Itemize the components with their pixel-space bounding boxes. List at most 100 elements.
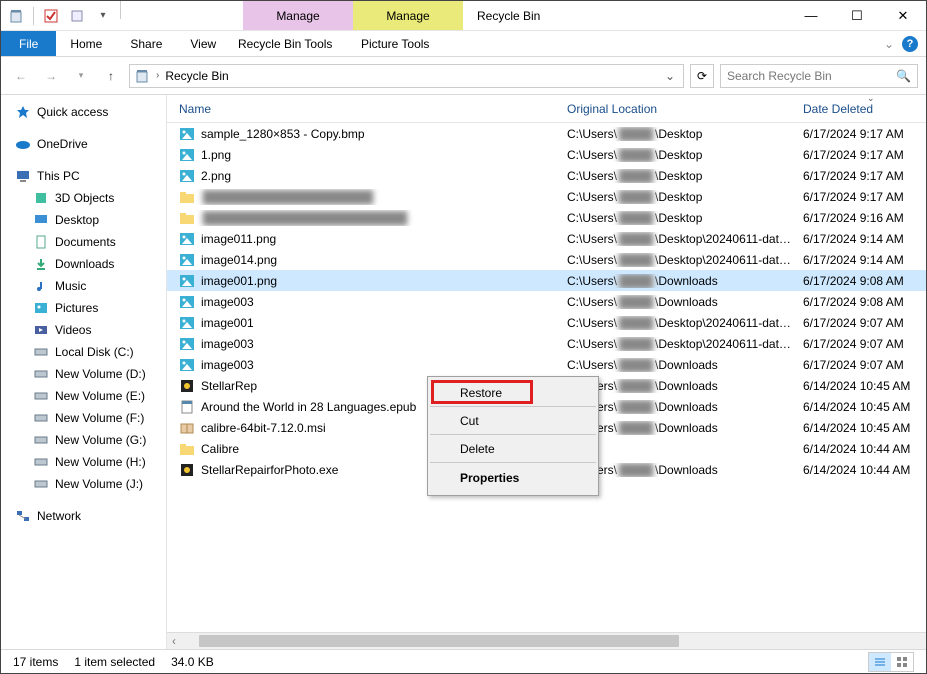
- tree-item-icon: [33, 234, 49, 250]
- file-original-location: C:\Users\████\Desktop: [555, 169, 791, 183]
- file-row[interactable]: image001C:\Users\████\Desktop\20240611-d…: [167, 312, 926, 333]
- tree-onedrive[interactable]: OneDrive: [1, 133, 166, 155]
- tree-item[interactable]: Music: [1, 275, 166, 297]
- img-icon: [179, 273, 195, 289]
- file-original-location: C:\Users\████\Downloads: [555, 274, 791, 288]
- tree-item-icon: [33, 344, 49, 360]
- tree-item[interactable]: Local Disk (C:): [1, 341, 166, 363]
- img-icon: [179, 315, 195, 331]
- sort-indicator-icon: ⌄: [867, 93, 875, 104]
- file-name: Calibre: [201, 442, 239, 456]
- help-icon[interactable]: ?: [902, 36, 918, 52]
- cloud-icon: [15, 136, 31, 152]
- img-icon: [179, 336, 195, 352]
- file-date-deleted: 6/14/2024 10:45 AM: [791, 379, 926, 393]
- nav-recent-dropdown[interactable]: ▾: [69, 64, 93, 88]
- tree-quick-access[interactable]: Quick access: [1, 101, 166, 123]
- search-icon: 🔍: [896, 69, 911, 83]
- file-row[interactable]: 1.pngC:\Users\████\Desktop6/17/2024 9:17…: [167, 144, 926, 165]
- ctx-properties[interactable]: Properties: [430, 465, 596, 491]
- tree-item[interactable]: New Volume (G:): [1, 429, 166, 451]
- file-original-location: C:\Users\████\Desktop: [555, 127, 791, 141]
- file-name: image011.png: [201, 232, 276, 246]
- tree-item-icon: [33, 300, 49, 316]
- maximize-button[interactable]: ☐: [834, 1, 880, 30]
- msi-icon: [179, 420, 195, 436]
- nav-forward-button[interactable]: →: [39, 64, 63, 88]
- tree-item[interactable]: Pictures: [1, 297, 166, 319]
- tree-item-icon: [33, 212, 49, 228]
- ctx-delete[interactable]: Delete: [430, 437, 596, 463]
- context-menu: Restore Cut Delete Properties: [427, 376, 599, 496]
- recycle-bin-titlebar-icon[interactable]: [5, 5, 27, 27]
- file-row[interactable]: image003C:\Users\████\Desktop\20240611-d…: [167, 333, 926, 354]
- share-tab[interactable]: Share: [116, 31, 176, 56]
- file-date-deleted: 6/17/2024 9:14 AM: [791, 253, 926, 267]
- column-headers: Name Original Location Date Deleted⌄: [167, 95, 926, 123]
- column-name[interactable]: Name: [167, 95, 555, 122]
- view-tab[interactable]: View: [176, 31, 230, 56]
- tree-item-icon: [33, 190, 49, 206]
- minimize-button[interactable]: —: [788, 1, 834, 30]
- column-date-deleted[interactable]: Date Deleted⌄: [791, 95, 926, 122]
- file-row[interactable]: ████████████████████C:\Users\████\Deskto…: [167, 186, 926, 207]
- ctx-restore[interactable]: Restore: [430, 381, 596, 407]
- tree-item[interactable]: Downloads: [1, 253, 166, 275]
- ribbon-expand-icon[interactable]: ⌄: [884, 37, 894, 51]
- exe-icon: [179, 462, 195, 478]
- file-name: StellarRep: [201, 379, 257, 393]
- tree-item[interactable]: New Volume (H:): [1, 451, 166, 473]
- tree-item[interactable]: New Volume (F:): [1, 407, 166, 429]
- refresh-button[interactable]: ⟳: [690, 64, 714, 88]
- close-button[interactable]: ✕: [880, 1, 926, 30]
- address-bar[interactable]: › Recycle Bin ⌄: [129, 64, 684, 88]
- tree-item[interactable]: New Volume (D:): [1, 363, 166, 385]
- tree-item[interactable]: Documents: [1, 231, 166, 253]
- img-icon: [179, 168, 195, 184]
- tree-item[interactable]: Videos: [1, 319, 166, 341]
- context-lower-recycle[interactable]: Recycle Bin Tools: [230, 31, 340, 56]
- view-large-icons-button[interactable]: [891, 653, 913, 671]
- qat-customize-dropdown[interactable]: ▾: [92, 5, 114, 27]
- tree-network[interactable]: Network: [1, 505, 166, 527]
- file-date-deleted: 6/17/2024 9:17 AM: [791, 169, 926, 183]
- file-date-deleted: 6/14/2024 10:44 AM: [791, 442, 926, 456]
- search-box[interactable]: Search Recycle Bin 🔍: [720, 64, 918, 88]
- img-icon: [179, 252, 195, 268]
- file-row[interactable]: image014.pngC:\Users\████\Desktop\202406…: [167, 249, 926, 270]
- file-date-deleted: 6/17/2024 9:07 AM: [791, 337, 926, 351]
- home-tab[interactable]: Home: [56, 31, 116, 56]
- file-row[interactable]: image001.pngC:\Users\████\Downloads6/17/…: [167, 270, 926, 291]
- file-row[interactable]: sample_1280×853 - Copy.bmpC:\Users\████\…: [167, 123, 926, 144]
- network-icon: [15, 508, 31, 524]
- view-details-button[interactable]: [869, 653, 891, 671]
- nav-back-button[interactable]: ←: [9, 64, 33, 88]
- file-original-location: C:\Users\████\Desktop\20240611-data-re..…: [555, 337, 791, 351]
- context-tab-picture-manage[interactable]: Manage: [353, 1, 463, 30]
- file-row[interactable]: image003C:\Users\████\Downloads6/17/2024…: [167, 354, 926, 375]
- img-icon: [179, 231, 195, 247]
- tree-item[interactable]: New Volume (E:): [1, 385, 166, 407]
- address-history-dropdown[interactable]: ⌄: [661, 69, 679, 83]
- qat-properties-icon[interactable]: [40, 5, 62, 27]
- file-row[interactable]: image003C:\Users\████\Downloads6/17/2024…: [167, 291, 926, 312]
- ctx-cut[interactable]: Cut: [430, 409, 596, 435]
- tree-item[interactable]: New Volume (J:): [1, 473, 166, 495]
- column-original-location[interactable]: Original Location: [555, 95, 791, 122]
- file-tab[interactable]: File: [1, 31, 56, 56]
- epub-icon: [179, 399, 195, 415]
- file-row[interactable]: image011.pngC:\Users\████\Desktop\202406…: [167, 228, 926, 249]
- nav-up-button[interactable]: ↑: [99, 64, 123, 88]
- tree-item[interactable]: 3D Objects: [1, 187, 166, 209]
- tree-this-pc[interactable]: This PC: [1, 165, 166, 187]
- file-row[interactable]: ████████████████████████C:\Users\████\De…: [167, 207, 926, 228]
- tree-item-icon: [33, 476, 49, 492]
- file-date-deleted: 6/17/2024 9:08 AM: [791, 295, 926, 309]
- context-tab-recycle-manage[interactable]: Manage: [243, 1, 353, 30]
- tree-item-icon: [33, 388, 49, 404]
- qat-new-icon[interactable]: [66, 5, 88, 27]
- context-lower-picture[interactable]: Picture Tools: [340, 31, 450, 56]
- file-row[interactable]: 2.pngC:\Users\████\Desktop6/17/2024 9:17…: [167, 165, 926, 186]
- tree-item[interactable]: Desktop: [1, 209, 166, 231]
- horizontal-scrollbar[interactable]: ‹: [167, 632, 926, 649]
